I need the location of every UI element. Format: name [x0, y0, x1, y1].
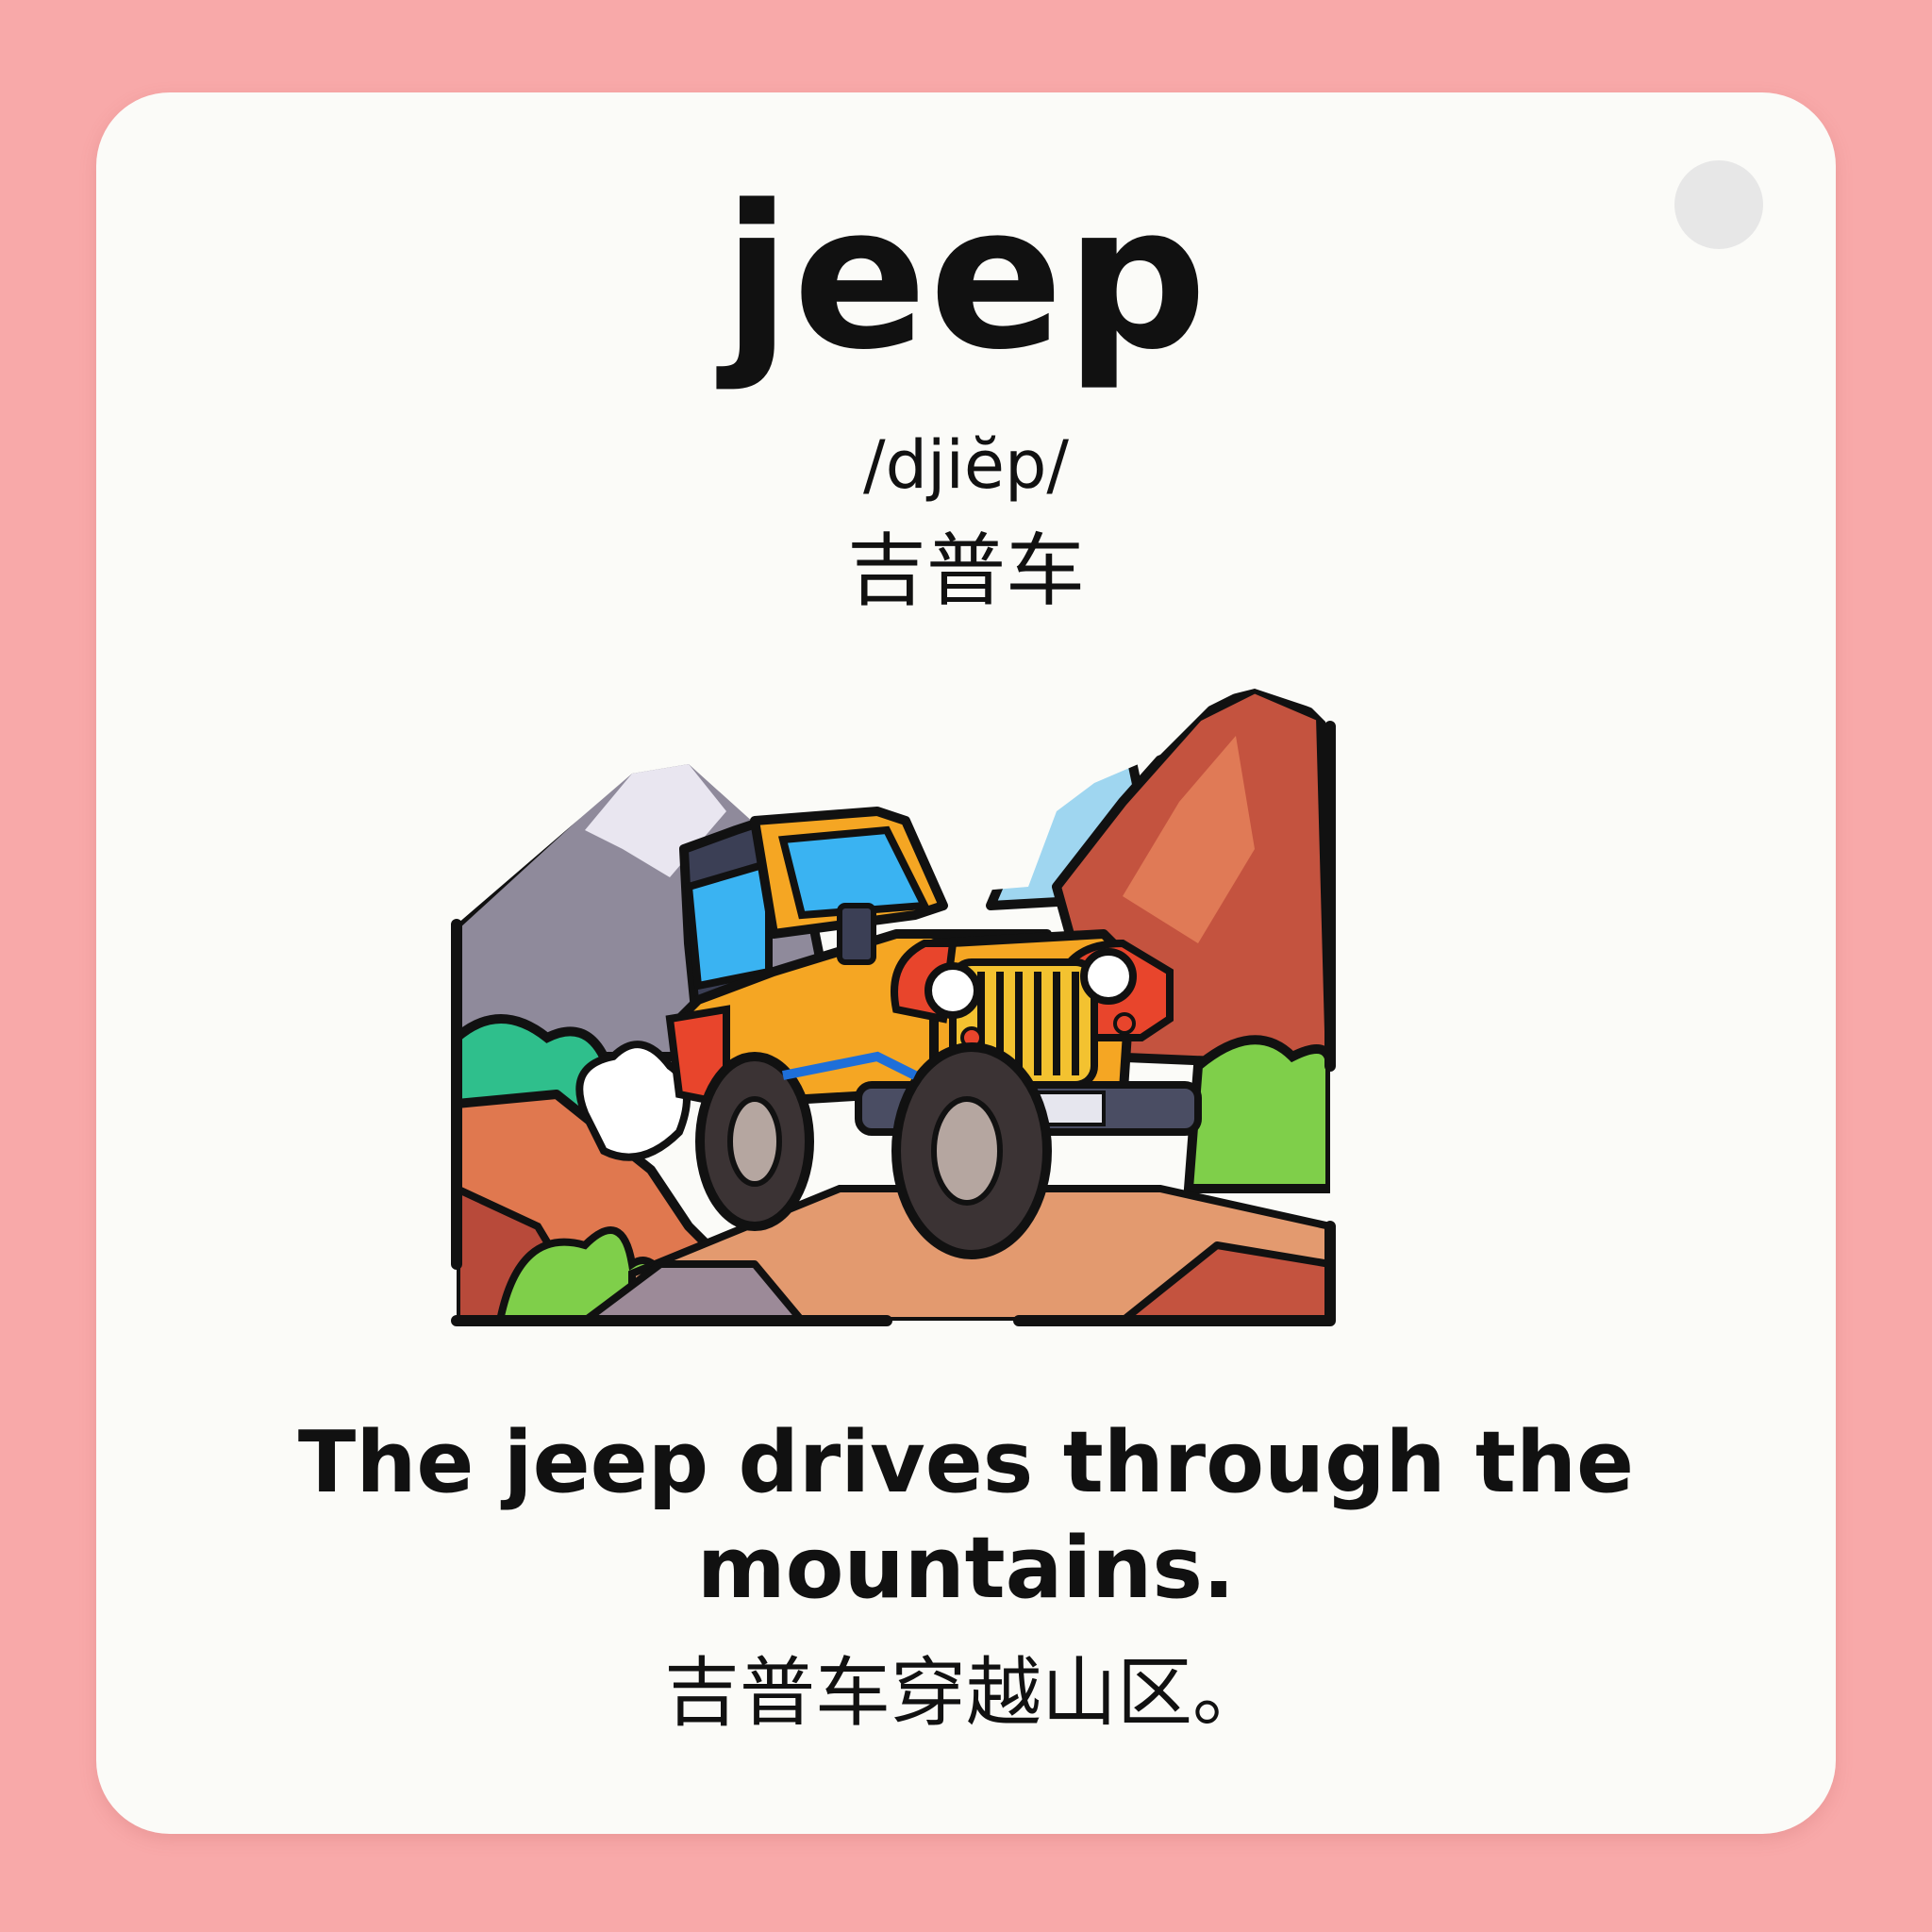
- phonetic-transcription: /djiĕp/: [863, 426, 1069, 504]
- vocabulary-word: jeep: [723, 162, 1209, 393]
- jeep-illustration: [451, 689, 1336, 1326]
- example-sentence-translation: 吉普车穿越山区。: [664, 1649, 1268, 1737]
- chinese-translation: 吉普车: [846, 525, 1085, 617]
- example-sentence: The jeep drives through the mountains.: [297, 1413, 1635, 1618]
